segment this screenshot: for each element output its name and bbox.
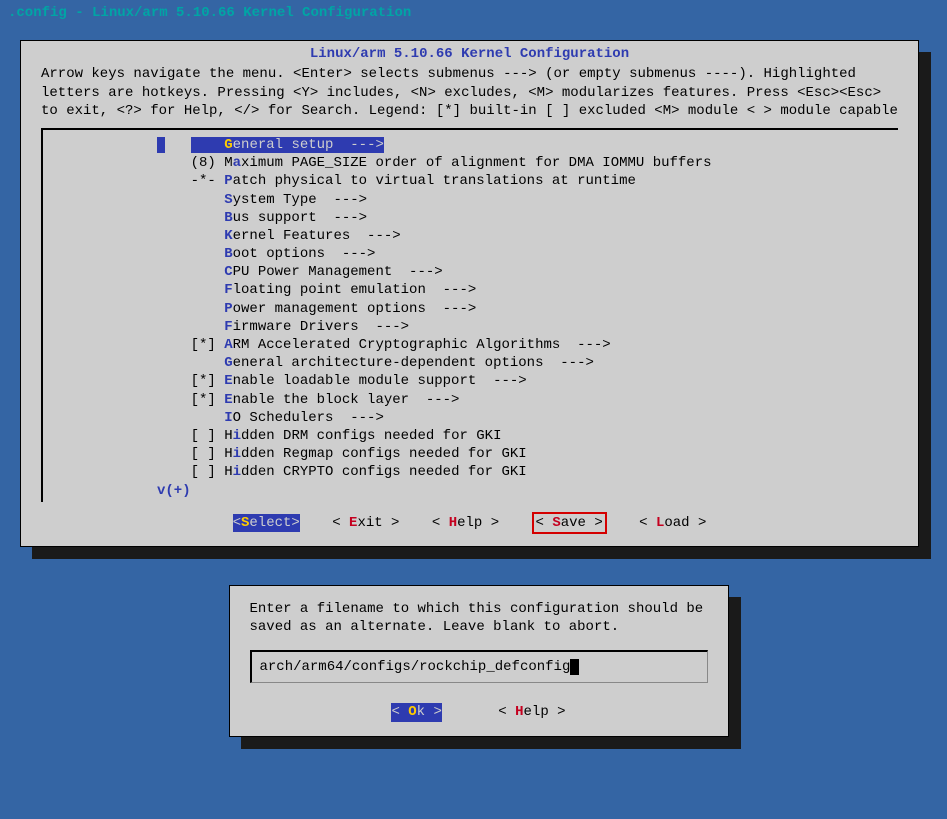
window-title: Linux/arm 5.10.66 Kernel Configuration — [21, 41, 918, 63]
menu-item[interactable]: Floating point emulation ---> — [157, 281, 892, 299]
menu-item[interactable]: [ ] Hidden DRM configs needed for GKI — [157, 427, 892, 445]
menu-item[interactable]: General architecture-dependent options -… — [157, 354, 892, 372]
button-row: <Select> < Exit > < Help > < Save > < Lo… — [21, 504, 918, 546]
menu-item[interactable]: IO Schedulers ---> — [157, 409, 892, 427]
select-button[interactable]: <Select> — [233, 514, 300, 532]
menu-item[interactable]: [*] Enable the block layer ---> — [157, 391, 892, 409]
menu-item[interactable]: System Type ---> — [157, 191, 892, 209]
menu-item[interactable]: Bus support ---> — [157, 209, 892, 227]
menu-item[interactable]: CPU Power Management ---> — [157, 263, 892, 281]
menu-item[interactable]: [ ] Hidden Regmap configs needed for GKI — [157, 445, 892, 463]
menu-item[interactable]: Kernel Features ---> — [157, 227, 892, 245]
menu-item[interactable]: [*] Enable loadable module support ---> — [157, 372, 892, 390]
load-button[interactable]: < Load > — [639, 514, 706, 532]
menu-item[interactable]: (8) Maximum PAGE_SIZE order of alignment… — [157, 154, 892, 172]
menu-item[interactable]: Firmware Drivers ---> — [157, 318, 892, 336]
dialog-help-button[interactable]: < Help > — [498, 703, 565, 721]
filename-input[interactable]: arch/arm64/configs/rockchip_defconfig — [250, 650, 708, 683]
menu-item[interactable]: -*- Patch physical to virtual translatio… — [157, 172, 892, 190]
save-button[interactable]: < Save > — [532, 512, 607, 534]
save-dialog: Enter a filename to which this configura… — [229, 585, 729, 737]
dialog-prompt: Enter a filename to which this configura… — [250, 600, 708, 636]
help-button[interactable]: < Help > — [432, 514, 499, 532]
save-dialog-container: Enter a filename to which this configura… — [219, 575, 729, 737]
help-text: Arrow keys navigate the menu. <Enter> se… — [21, 63, 918, 128]
dialog-button-row: < Ok > < Help > — [250, 703, 708, 723]
main-window: Linux/arm 5.10.66 Kernel Configuration A… — [20, 40, 919, 547]
menu-list: General setup ---> (8) Maximum PAGE_SIZE… — [41, 128, 898, 502]
menu-item[interactable]: Boot options ---> — [157, 245, 892, 263]
scroll-down-indicator: v(+) — [49, 482, 892, 500]
menu-item[interactable]: Power management options ---> — [157, 300, 892, 318]
cursor-icon — [570, 659, 579, 675]
menu-item[interactable]: General setup ---> — [157, 136, 892, 154]
exit-button[interactable]: < Exit > — [332, 514, 399, 532]
terminal-title: .config - Linux/arm 5.10.66 Kernel Confi… — [0, 0, 947, 26]
menu-item[interactable]: [ ] Hidden CRYPTO configs needed for GKI — [157, 463, 892, 481]
ok-button[interactable]: < Ok > — [391, 703, 441, 721]
menu-item[interactable]: [*] ARM Accelerated Cryptographic Algori… — [157, 336, 892, 354]
